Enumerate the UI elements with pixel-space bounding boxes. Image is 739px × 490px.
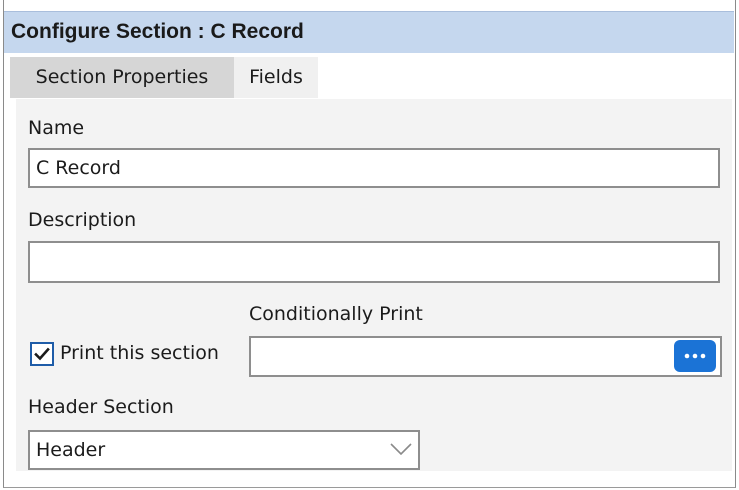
chevron-down-icon xyxy=(390,443,412,456)
checkmark-icon xyxy=(34,347,50,361)
description-field[interactable] xyxy=(28,241,720,283)
conditionally-print-field[interactable] xyxy=(249,336,722,377)
dialog-title: Configure Section : C Record xyxy=(11,20,304,43)
print-section-checkbox[interactable] xyxy=(30,342,54,366)
header-section-label: Header Section xyxy=(28,396,174,418)
name-field[interactable]: C Record xyxy=(28,148,720,188)
ellipsis-icon xyxy=(684,353,706,359)
dialog-titlebar: Configure Section : C Record xyxy=(4,11,734,53)
print-section-label: Print this section xyxy=(60,342,219,364)
header-section-select[interactable]: Header xyxy=(28,430,420,470)
conditionally-print-browse-button[interactable] xyxy=(674,340,716,372)
header-section-value: Header xyxy=(36,439,106,461)
description-label: Description xyxy=(28,209,137,231)
conditionally-print-label: Conditionally Print xyxy=(249,303,423,325)
tab-fields[interactable]: Fields xyxy=(234,57,318,98)
tab-strip: Section Properties Fields xyxy=(4,53,734,98)
name-label: Name xyxy=(28,117,85,139)
tab-section-properties[interactable]: Section Properties xyxy=(10,57,234,98)
section-properties-panel: Name C Record Description Conditionally … xyxy=(16,99,732,471)
